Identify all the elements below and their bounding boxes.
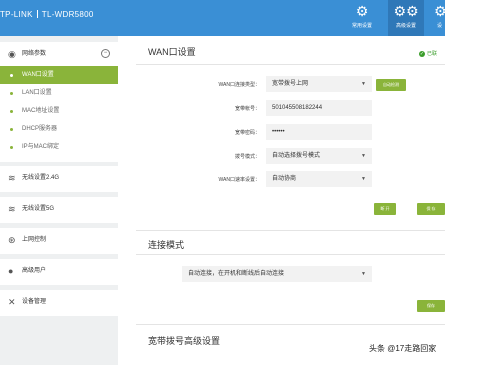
dial-mode-value: 自动选择拨号模式	[272, 153, 321, 159]
watermark: 头条 @17走路回家	[369, 344, 437, 353]
auto-detect-button[interactable]: 自动检测	[376, 79, 406, 91]
sidebar-item-lan[interactable]: LAN口设置	[0, 84, 118, 102]
speed-value: 自动协商	[272, 176, 297, 182]
adv-section-title: 宽带拨号高级设置	[148, 336, 221, 346]
gear-icon: ⚙	[355, 3, 369, 19]
speed-select[interactable]: 自动协商 ▼	[266, 171, 372, 187]
dropdown-caret-icon: ▼	[361, 153, 366, 159]
sidebar-item-label: MAC地址设置	[22, 108, 60, 114]
common-settings-label: 常用设置	[351, 23, 372, 29]
divider	[136, 324, 445, 325]
network-group: ◉ 网络参数 − WAN口设置 LAN口设置 MAC地址设置 DHCP服务器 I…	[0, 42, 118, 162]
sidebar-group-label: 高级用户	[22, 268, 47, 274]
sidebar-group-device-management[interactable]: ✕ 设备管理	[0, 290, 118, 316]
device-settings-label: 设	[436, 23, 442, 29]
network-icon: ◉	[8, 49, 16, 59]
conn-type-select[interactable]: 宽带拨号上网 ▼	[266, 76, 372, 92]
sidebar-item-dhcp[interactable]: DHCP服务器	[0, 120, 118, 138]
dropdown-caret-icon: ▼	[361, 271, 366, 277]
bullet-icon	[10, 110, 13, 113]
connection-status-text: 已联	[427, 51, 438, 57]
sidebar-item-mac[interactable]: MAC地址设置	[0, 102, 118, 120]
sidebar-group-advanced-user[interactable]: ● 高级用户	[0, 259, 118, 285]
top-bar: TP-LINK TL-WDR5800 ⚙ 常用设置 ⚙⚙ 高级设置 ⚙ 设	[0, 0, 445, 36]
advanced-settings-label: 高级设置	[395, 23, 416, 29]
tools-icon: ✕	[8, 297, 16, 307]
password-label: 宽带密码：	[234, 130, 260, 136]
network-group-label: 网络参数	[22, 51, 47, 57]
brand-name: TP-LINK	[0, 10, 33, 19]
bullet-icon	[10, 128, 13, 131]
device-settings-button[interactable]: ⚙ 设	[434, 0, 445, 36]
divider	[136, 230, 445, 231]
dropdown-caret-icon: ▼	[361, 81, 366, 87]
bullet-icon	[10, 74, 13, 77]
conn-type-value: 宽带拨号上网	[272, 81, 309, 87]
dropdown-caret-icon: ▼	[361, 176, 366, 182]
check-icon: ✓	[419, 51, 425, 57]
sidebar-item-label: LAN口设置	[22, 90, 52, 96]
brand: TP-LINK TL-WDR5800	[0, 10, 94, 19]
sidebar: ◉ 网络参数 − WAN口设置 LAN口设置 MAC地址设置 DHCP服务器 I…	[0, 36, 118, 365]
sidebar-item-label: WAN口设置	[22, 72, 54, 78]
password-input[interactable]: ••••••	[266, 124, 372, 140]
sidebar-group-wifi5[interactable]: ≋ 无线设置5G	[0, 197, 118, 223]
brand-separator	[36, 10, 38, 18]
user-icon: ●	[8, 266, 14, 276]
dial-mode-select[interactable]: 自动选择拨号模式 ▼	[266, 148, 372, 164]
speed-label: WAN口速率设置：	[218, 177, 260, 183]
wan-section-title: WAN口设置	[148, 47, 196, 57]
sidebar-group-label: 设备管理	[22, 299, 47, 305]
main-content: WAN口设置 ✓ 已联 WAN口连接类型： 宽带拨号上网 ▼ 自动检测 宽带帐号：…	[130, 36, 445, 365]
account-input[interactable]: 501045508182244	[266, 100, 372, 116]
mode-save-button[interactable]: 保存	[417, 300, 445, 312]
bullet-icon	[10, 146, 13, 149]
connection-mode-select[interactable]: 自动连接，在开机和断线后自动连接 ▼	[182, 266, 372, 282]
wifi-icon: ≋	[8, 204, 16, 214]
common-settings-button[interactable]: ⚙ 常用设置	[348, 0, 376, 36]
network-group-header[interactable]: ◉ 网络参数 −	[0, 42, 118, 66]
connection-mode-value: 自动连接，在开机和断线后自动连接	[188, 271, 285, 277]
sidebar-item-wan[interactable]: WAN口设置	[0, 66, 118, 84]
sidebar-group-label: 无线设置5G	[22, 206, 55, 212]
mode-section-title: 连接模式	[148, 240, 185, 250]
conn-type-label: WAN口连接类型：	[218, 82, 260, 88]
dial-mode-label: 拨号模式：	[234, 154, 260, 160]
globe-icon: ⊛	[8, 235, 16, 245]
advanced-settings-button[interactable]: ⚙⚙ 高级设置	[388, 0, 424, 36]
wifi-icon: ≋	[8, 173, 16, 183]
sidebar-group-label: 上网控制	[22, 237, 47, 243]
account-label: 宽带帐号：	[234, 106, 260, 112]
disconnect-button[interactable]: 断 开	[374, 203, 396, 215]
bullet-icon	[10, 92, 13, 95]
sidebar-item-ip-mac-bind[interactable]: IP与MAC绑定	[0, 138, 118, 156]
model-name: TL-WDR5800	[41, 10, 94, 19]
collapse-icon[interactable]: −	[101, 49, 110, 58]
sidebar-group-label: 无线设置2.4G	[22, 175, 60, 181]
save-button[interactable]: 保 存	[417, 203, 445, 215]
divider	[136, 64, 445, 65]
sidebar-item-label: IP与MAC绑定	[22, 144, 60, 150]
sidebar-group-access-control[interactable]: ⊛ 上网控制	[0, 228, 118, 254]
sidebar-group-wifi24[interactable]: ≋ 无线设置2.4G	[0, 166, 118, 192]
gear-icon: ⚙	[434, 3, 445, 19]
divider	[136, 254, 445, 255]
connection-status: ✓ 已联	[419, 50, 437, 57]
sidebar-item-label: DHCP服务器	[22, 126, 58, 132]
gears-icon: ⚙⚙	[393, 3, 419, 19]
